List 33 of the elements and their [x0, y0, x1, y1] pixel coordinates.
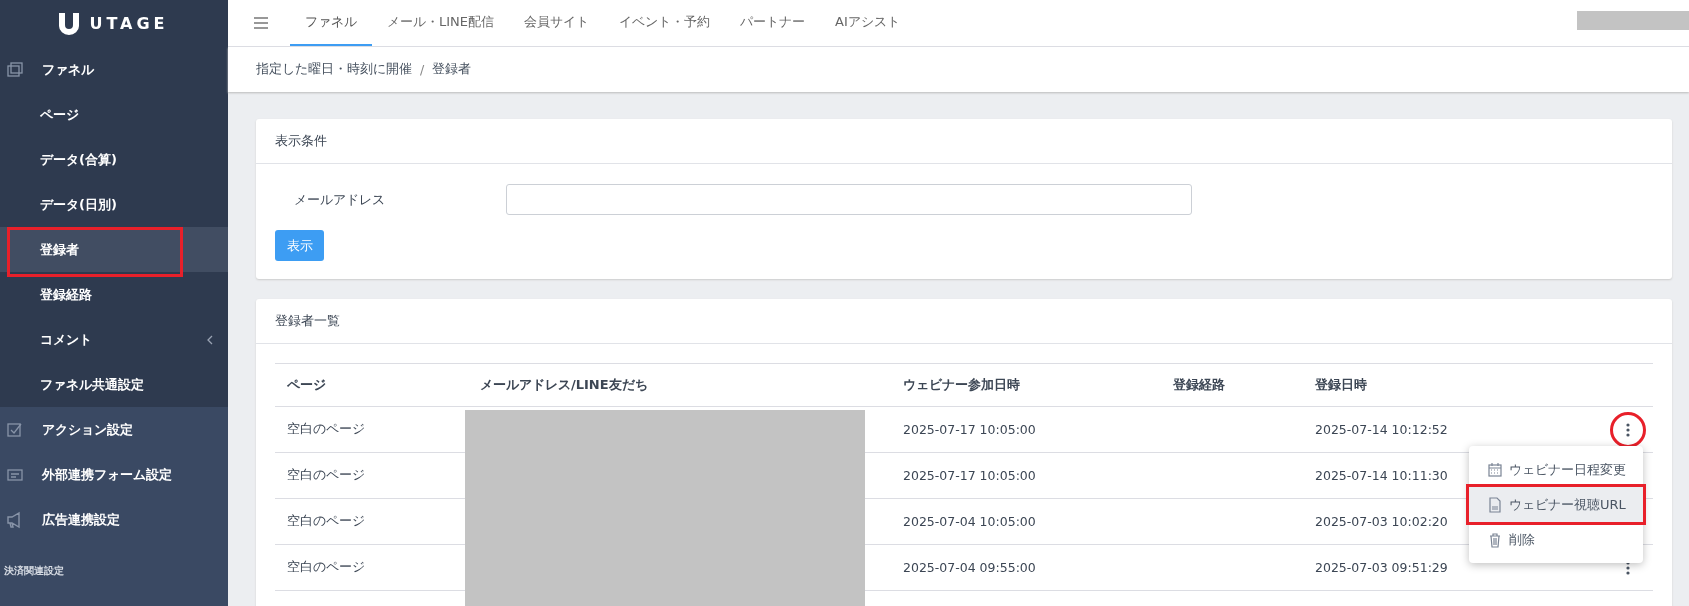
- table-cell: 2025-07-04 09:55:00: [891, 545, 1161, 591]
- table-cell: 2025-07-17 10:05:00: [891, 407, 1161, 453]
- nav-tab[interactable]: AIアシスト: [820, 0, 915, 46]
- table-cell: 2025-07-17 10:05:00: [891, 453, 1161, 499]
- sidebar-subitem[interactable]: ファネル共通設定: [0, 362, 228, 407]
- sidebar-subitem[interactable]: コメント: [0, 317, 228, 362]
- field-label: メールアドレス: [293, 190, 386, 209]
- nav-tab[interactable]: イベント・予約: [604, 0, 725, 46]
- menu-item[interactable]: ウェビナー視聴URL: [1469, 487, 1643, 522]
- breadcrumb-item[interactable]: 指定した曜日・時刻に開催: [256, 61, 412, 78]
- column-header: ウェビナー参加日時: [891, 364, 1161, 407]
- sidebar-subitem[interactable]: ページ: [0, 92, 228, 137]
- sidebar-item[interactable]: アクション設定: [0, 407, 228, 452]
- column-header: ページ: [275, 364, 468, 407]
- column-header: 登録日時: [1303, 364, 1603, 407]
- column-header: 登録経路: [1161, 364, 1303, 407]
- column-header: メールアドレス/LINE友だち: [468, 364, 891, 407]
- sidebar-item[interactable]: 外部連携フォーム設定: [0, 452, 228, 497]
- section-label: 決済関連設定: [3, 564, 65, 578]
- nav-tab[interactable]: メール・LINE配信: [372, 0, 509, 46]
- nav-tab[interactable]: パートナー: [725, 0, 820, 46]
- breadcrumb-separator: /: [420, 62, 425, 77]
- sidebar-subitem[interactable]: データ(日別): [0, 182, 228, 227]
- breadcrumb-item: 登録者: [432, 61, 472, 78]
- nav-tab[interactable]: 会員サイト: [509, 0, 604, 46]
- sidebar-item[interactable]: 広告連携設定: [0, 497, 228, 542]
- card-title: 登録者一覧: [275, 312, 340, 330]
- card-title: 表示条件: [275, 132, 327, 150]
- sidebar-subitem[interactable]: データ(合算): [0, 137, 228, 182]
- logo-text: UTAGE: [89, 14, 169, 33]
- table-cell: 2025-07-04 10:05:00: [891, 499, 1161, 545]
- sidebar-item[interactable]: ファネル: [0, 47, 228, 92]
- sidebar-subitem[interactable]: 登録経路: [0, 272, 228, 317]
